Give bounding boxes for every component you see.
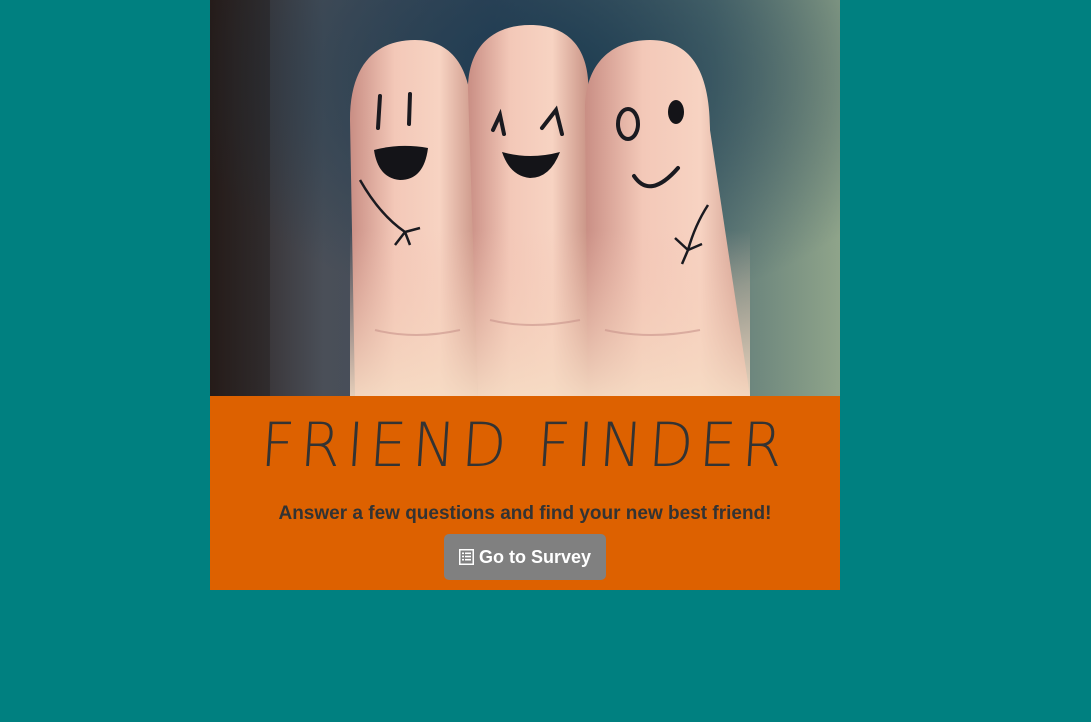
- page-title-text: FRIEND FINDER: [258, 409, 792, 481]
- main-card: FRIEND FINDER Answer a few questions and…: [210, 0, 840, 590]
- go-to-survey-button[interactable]: Go to Survey: [444, 534, 606, 580]
- page-subtitle: Answer a few questions and find your new…: [278, 503, 772, 524]
- page: FRIEND FINDER Answer a few questions and…: [0, 0, 1091, 722]
- list-alt-icon: [458, 549, 474, 565]
- page-title: FRIEND FINDER: [210, 409, 840, 481]
- go-to-survey-label: Go to Survey: [478, 546, 592, 567]
- jumbotron: FRIEND FINDER Answer a few questions and…: [210, 396, 840, 590]
- hero-image: [210, 0, 840, 396]
